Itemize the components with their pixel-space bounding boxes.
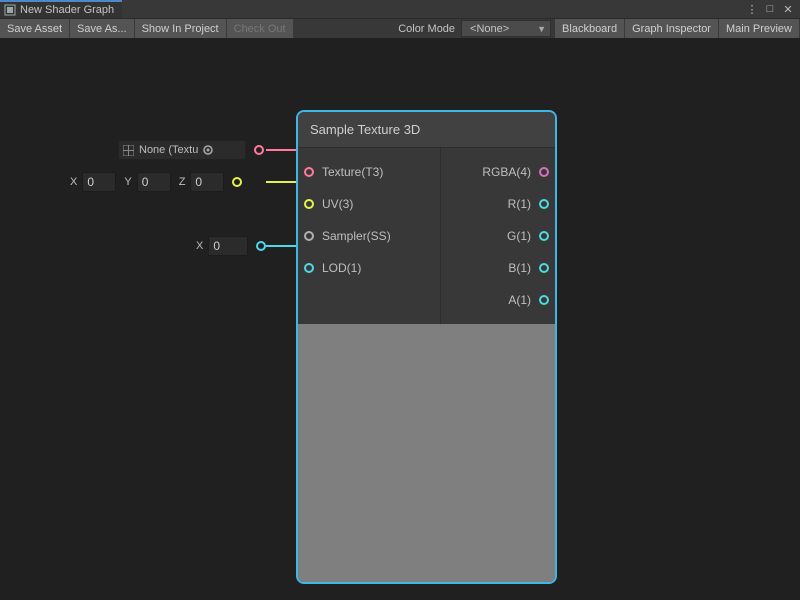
uv-y-input[interactable] xyxy=(137,172,171,192)
port-dot-lod[interactable] xyxy=(304,263,314,273)
node-body: Texture(T3) UV(3) Sampler(SS) LOD(1) RGB… xyxy=(298,148,555,324)
port-dot-sampler[interactable] xyxy=(304,231,314,241)
check-out-button: Check Out xyxy=(227,19,294,38)
texture-object-field[interactable]: None (Textu xyxy=(118,140,246,160)
lod-inline-port[interactable] xyxy=(256,241,266,251)
input-label-sampler: Sampler(SS) xyxy=(322,229,391,243)
port-dot-r[interactable] xyxy=(539,199,549,209)
uv-y-label: Y xyxy=(116,176,136,188)
output-label-b: B(1) xyxy=(508,261,531,275)
port-dot-a[interactable] xyxy=(539,295,549,305)
lod-x-label: X xyxy=(188,240,208,252)
texture-inline-port[interactable] xyxy=(254,145,264,155)
close-icon[interactable]: ✕ xyxy=(782,3,794,16)
graph-inspector-button[interactable]: Graph Inspector xyxy=(625,19,719,38)
uv-z-input[interactable] xyxy=(190,172,224,192)
save-asset-button[interactable]: Save Asset xyxy=(0,19,70,38)
output-label-rgba: RGBA(4) xyxy=(482,165,531,179)
output-ports-column: RGBA(4) R(1) G(1) B(1) A(1) xyxy=(441,148,555,324)
color-mode-label: Color Mode xyxy=(392,19,461,38)
output-label-a: A(1) xyxy=(508,293,531,307)
color-mode-dropdown[interactable]: <None> ▼ xyxy=(461,20,551,37)
node-title[interactable]: Sample Texture 3D xyxy=(298,112,555,148)
port-dot-g[interactable] xyxy=(539,231,549,241)
output-label-g: G(1) xyxy=(507,229,531,243)
chevron-down-icon: ▼ xyxy=(537,24,546,34)
shader-graph-icon xyxy=(4,4,16,16)
window-tab[interactable]: New Shader Graph xyxy=(0,0,122,18)
input-ports-column: Texture(T3) UV(3) Sampler(SS) LOD(1) xyxy=(298,148,441,324)
input-label-uv: UV(3) xyxy=(322,197,353,211)
input-label-texture: Texture(T3) xyxy=(322,165,383,179)
port-dot-rgba[interactable] xyxy=(539,167,549,177)
output-port-b[interactable]: B(1) xyxy=(508,252,555,284)
sample-texture-3d-node[interactable]: Sample Texture 3D Texture(T3) UV(3) Samp… xyxy=(296,110,557,584)
port-dot-uv[interactable] xyxy=(304,199,314,209)
node-preview xyxy=(298,324,555,582)
output-label-r: R(1) xyxy=(508,197,531,211)
output-port-g[interactable]: G(1) xyxy=(507,220,555,252)
input-port-sampler[interactable]: Sampler(SS) xyxy=(298,220,440,252)
uv-input-group: X Y Z xyxy=(62,172,242,192)
input-label-lod: LOD(1) xyxy=(322,261,361,275)
toolbar: Save Asset Save As... Show In Project Ch… xyxy=(0,18,800,38)
kebab-icon[interactable]: ⋮ xyxy=(746,3,758,16)
port-dot-b[interactable] xyxy=(539,263,549,273)
lod-input-group: X xyxy=(188,236,266,256)
window-title: New Shader Graph xyxy=(20,4,114,16)
color-mode-value: <None> xyxy=(470,23,509,35)
output-port-rgba[interactable]: RGBA(4) xyxy=(482,156,555,188)
input-port-texture[interactable]: Texture(T3) xyxy=(298,156,440,188)
main-preview-button[interactable]: Main Preview xyxy=(719,19,800,38)
input-port-lod[interactable]: LOD(1) xyxy=(298,252,440,284)
uv-z-label: Z xyxy=(171,176,191,188)
maximize-icon[interactable]: □ xyxy=(764,3,776,15)
uv-x-input[interactable] xyxy=(82,172,116,192)
uv-inline-port[interactable] xyxy=(232,177,242,187)
window-controls: ⋮ □ ✕ xyxy=(746,3,800,16)
save-as-button[interactable]: Save As... xyxy=(70,19,135,38)
output-port-a[interactable]: A(1) xyxy=(508,284,555,316)
object-picker-icon[interactable] xyxy=(202,144,214,156)
lod-x-input[interactable] xyxy=(208,236,248,256)
title-bar: New Shader Graph ⋮ □ ✕ xyxy=(0,0,800,18)
texture-grid-icon xyxy=(123,145,134,156)
output-port-r[interactable]: R(1) xyxy=(508,188,555,220)
texture-input-group: None (Textu xyxy=(118,140,264,160)
texture-value: None (Textu xyxy=(139,144,198,156)
blackboard-button[interactable]: Blackboard xyxy=(555,19,625,38)
input-port-uv[interactable]: UV(3) xyxy=(298,188,440,220)
port-dot-texture[interactable] xyxy=(304,167,314,177)
show-in-project-button[interactable]: Show In Project xyxy=(135,19,227,38)
graph-canvas[interactable]: None (Textu X Y Z X Sample Texture 3D Te… xyxy=(0,38,800,600)
uv-x-label: X xyxy=(62,176,82,188)
